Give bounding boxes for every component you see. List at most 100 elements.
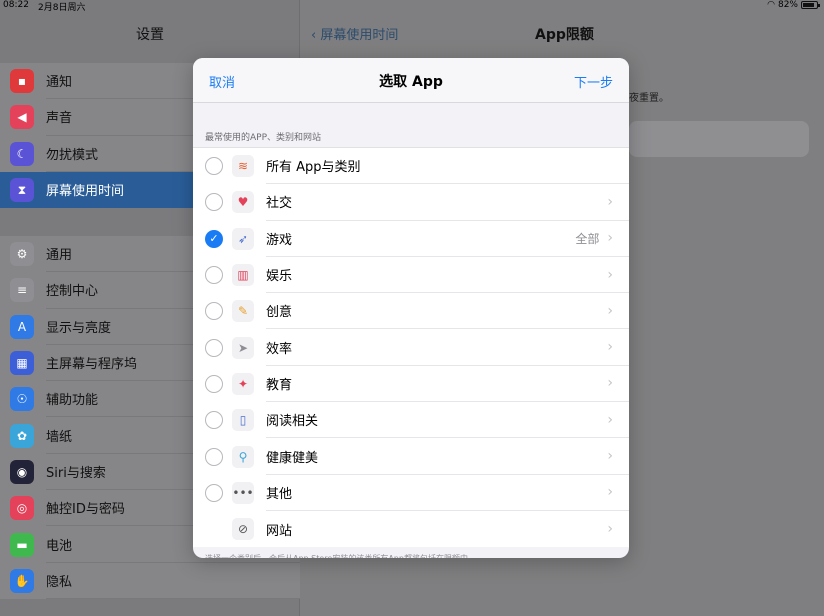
footer-note: 选择一个类别后，会后从App Store安装的该类所有App都将包括在限额中。 bbox=[193, 547, 629, 558]
status-date: 2月8日周六 bbox=[38, 3, 86, 13]
chat-bubble-icon: ♥ bbox=[232, 191, 254, 214]
category-label: 健康健美 bbox=[266, 450, 319, 466]
battery-icon bbox=[801, 1, 820, 9]
chevron-right-icon: › bbox=[607, 230, 613, 247]
radio-button[interactable] bbox=[205, 483, 223, 502]
popcorn-icon: ▥ bbox=[232, 264, 254, 287]
status-time: 08:22 bbox=[3, 0, 29, 10]
status-bar: 08:22 2月8日周六 ◠ 82% bbox=[0, 0, 824, 13]
category-row[interactable]: ▥ 娱乐 › bbox=[193, 257, 629, 294]
moon-icon: ☾ bbox=[10, 141, 34, 166]
fingerprint-icon: ◎ bbox=[10, 496, 34, 521]
category-label: 效率 bbox=[266, 341, 293, 357]
sidebar-item-label: 隐私 bbox=[46, 563, 300, 599]
category-row-body: 教育 › bbox=[266, 366, 629, 403]
category-label: 娱乐 bbox=[266, 269, 293, 285]
more-icon: ••• bbox=[232, 481, 254, 504]
category-row[interactable]: ✎ 创意 › bbox=[193, 293, 629, 330]
chevron-right-icon: › bbox=[607, 521, 613, 538]
radio-button[interactable] bbox=[205, 266, 223, 285]
chevron-right-icon: › bbox=[607, 302, 613, 319]
sidebar-item[interactable]: ✋ 隐私 bbox=[0, 563, 300, 599]
radio-button[interactable] bbox=[205, 193, 223, 212]
category-row-body: 娱乐 › bbox=[266, 257, 629, 294]
category-label: 创意 bbox=[266, 305, 293, 321]
rocket-icon: ➶ bbox=[232, 227, 254, 250]
category-row[interactable]: ▯ 阅读相关 › bbox=[193, 402, 629, 439]
back-button[interactable]: ‹ 屏幕使用时间 bbox=[311, 24, 398, 43]
hourglass-icon: ⧗ bbox=[10, 178, 34, 203]
category-label: 其他 bbox=[266, 486, 293, 502]
radio-button[interactable] bbox=[205, 338, 223, 357]
sheet-nav-bar: 取消 选取 App 下一步 bbox=[193, 58, 629, 103]
chevron-right-icon: › bbox=[607, 266, 613, 283]
chevron-right-icon: › bbox=[607, 411, 613, 428]
siri-icon: ◉ bbox=[10, 459, 34, 484]
bicycle-icon: ⚲ bbox=[232, 445, 254, 468]
category-row[interactable]: ✦ 教育 › bbox=[193, 366, 629, 403]
category-row[interactable]: ⊘ 网站 › bbox=[193, 511, 629, 547]
category-row-body: 其他 › bbox=[266, 475, 629, 511]
category-row[interactable]: ≋ 所有 App与类别 bbox=[193, 148, 629, 185]
category-row[interactable]: ⚲ 健康健美 › bbox=[193, 438, 629, 475]
chevron-right-icon: › bbox=[607, 448, 613, 465]
palette-icon: ✎ bbox=[232, 300, 254, 323]
book-icon: ▯ bbox=[232, 409, 254, 432]
radio-button bbox=[205, 520, 223, 538]
category-row-body: 创意 › bbox=[266, 293, 629, 330]
choose-app-sheet: 取消 选取 App 下一步 最常使用的APP、类别和网站 ≋ 所有 App与类别 ♥… bbox=[193, 58, 629, 558]
category-label: 教育 bbox=[266, 377, 293, 393]
category-row-body: 网站 › bbox=[266, 511, 629, 547]
paper-plane-icon: ➤ bbox=[232, 336, 254, 359]
chevron-right-icon: › bbox=[607, 375, 613, 392]
radio-button[interactable] bbox=[205, 447, 223, 466]
education-icon: ✦ bbox=[232, 372, 254, 395]
chevron-right-icon: › bbox=[607, 339, 613, 356]
chevron-right-icon: › bbox=[607, 484, 613, 501]
checkmark-icon[interactable]: ✓ bbox=[205, 229, 223, 248]
status-right: ◠ 82% bbox=[767, 0, 820, 10]
speaker-icon: ◀ bbox=[10, 105, 34, 130]
gear-icon: ⚙ bbox=[10, 242, 34, 267]
category-label: 游戏 bbox=[266, 232, 293, 248]
category-row-body: 健康健美 › bbox=[266, 438, 629, 475]
battery-percent: 82% bbox=[777, 0, 798, 10]
category-value: 全部 bbox=[575, 231, 600, 246]
notification-icon: ▪ bbox=[10, 69, 34, 94]
battery-icon: ▬ bbox=[10, 532, 34, 557]
category-row[interactable]: ➤ 效率 › bbox=[193, 329, 629, 366]
radio-button[interactable] bbox=[205, 374, 223, 393]
category-row-body: 社交 › bbox=[266, 184, 629, 221]
category-row[interactable]: ••• 其他 › bbox=[193, 475, 629, 511]
sheet-title: 选取 App bbox=[379, 74, 443, 90]
radio-button[interactable] bbox=[205, 411, 223, 430]
sidebar-title: 设置 bbox=[136, 27, 164, 43]
category-row-body: 阅读相关 › bbox=[266, 402, 629, 439]
detail-field bbox=[629, 121, 809, 157]
category-list: ≋ 所有 App与类别 ♥ 社交 › ✓ ➶ 游戏 全部 › ▥ 娱乐 › ✎ 创意 › ➤ 效率 › ✦ 教育 › ▯ 阅读… bbox=[193, 147, 629, 548]
text-size-icon: A bbox=[10, 314, 34, 339]
accessibility-icon: ☉ bbox=[10, 387, 34, 412]
flower-icon: ✿ bbox=[10, 423, 34, 448]
category-row-body: 所有 App与类别 bbox=[266, 148, 629, 185]
radio-button[interactable] bbox=[205, 302, 223, 321]
wifi-icon: ◠ bbox=[767, 0, 775, 10]
hand-icon: ✋ bbox=[10, 568, 34, 593]
category-label: 阅读相关 bbox=[266, 414, 319, 430]
switches-icon: ≡ bbox=[10, 278, 34, 303]
stack-icon: ≋ bbox=[232, 155, 254, 178]
category-label: 社交 bbox=[266, 196, 293, 212]
category-row[interactable]: ✓ ➶ 游戏 全部 › bbox=[193, 221, 629, 257]
grid-icon: ▦ bbox=[10, 351, 34, 376]
chevron-right-icon: › bbox=[607, 193, 613, 210]
category-row-body: 游戏 全部 › bbox=[266, 221, 629, 257]
category-row-body: 效率 › bbox=[266, 329, 629, 366]
radio-button[interactable] bbox=[205, 157, 223, 176]
detail-title: App限额 bbox=[535, 27, 594, 43]
category-label: 网站 bbox=[266, 523, 293, 539]
next-button[interactable]: 下一步 bbox=[574, 72, 613, 91]
compass-icon: ⊘ bbox=[232, 518, 254, 541]
category-row[interactable]: ♥ 社交 › bbox=[193, 184, 629, 221]
section-header: 最常使用的APP、类别和网站 bbox=[205, 133, 322, 143]
category-label: 所有 App与类别 bbox=[266, 160, 361, 176]
